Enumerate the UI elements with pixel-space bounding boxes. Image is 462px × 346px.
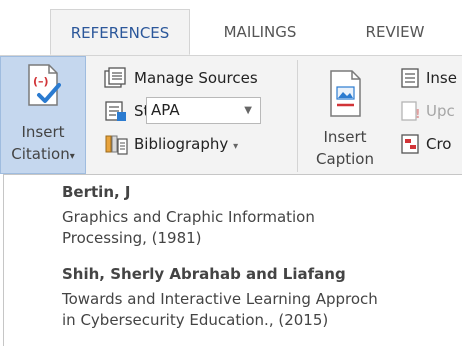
chevron-down-icon: ▾ [69,151,75,162]
citation-description-line: Processing, (1981) [62,229,202,247]
update-table-label: Upc [426,102,455,120]
bibliography-icon [105,135,128,155]
style-icon [105,101,126,121]
citation-author: Bertin, J [62,183,131,201]
citation-description-line: in Cybersecurity Education., (2015) [62,311,329,329]
insert-caption-button[interactable]: Insert Caption [304,56,386,174]
citation-source-item[interactable]: Bertin, J Graphics and Craphic Informati… [62,183,457,249]
ribbon-panel: (–) Insert Citation▾ Manage Sources Styl… [0,55,462,174]
bibliography-label: Bibliography ▾ [134,130,238,161]
group-separator [297,60,298,172]
style-value: APA [151,101,180,119]
cross-reference-icon [401,134,419,154]
citation-label: Citation [11,145,70,163]
citation-label-row: Citation▾ [1,145,85,163]
citation-author: Shih, Sherly Abrahab and Liafang [62,265,346,283]
style-select[interactable]: APA ▼ [146,97,261,124]
citation-description: Towards and Interactive Learning Approch… [62,289,457,331]
tab-references[interactable]: REFERENCES [50,9,190,55]
insert-caption-icon [330,70,361,117]
ribbon-tab-bar: REFERENCES MAILINGS REVIEW [0,0,462,55]
citation-source-item[interactable]: Shih, Sherly Abrahab and Liafang Towards… [62,265,457,331]
insert-citation-icon: (–) [28,64,61,106]
chevron-down-icon[interactable]: ▼ [244,98,252,123]
caption-label: Caption [316,150,374,168]
tab-review[interactable]: REVIEW [330,9,460,55]
chevron-down-icon: ▾ [233,141,239,152]
insert-caption-label: Insert [323,128,367,146]
svg-text:(–): (–) [33,75,49,88]
manage-sources-label: Manage Sources [134,69,258,87]
citation-dropdown: Bertin, J Graphics and Craphic Informati… [3,174,462,346]
insert-citation-button[interactable]: (–) Insert Citation▾ [0,56,86,174]
bibliography-text: Bibliography [134,135,229,153]
cross-reference-label: Cro [426,135,452,153]
insert-citation-label: Insert [21,123,65,141]
manage-sources-icon [104,67,126,88]
citation-description-line: Towards and Interactive Learning Approch [62,290,378,308]
citation-description: Graphics and Craphic Information Process… [62,207,457,249]
table-of-figures-icon [401,68,419,88]
citation-description-line: Graphics and Craphic Information [62,208,315,226]
svg-text:!: ! [415,107,420,121]
update-table-icon: ! [401,101,420,121]
insert-table-of-figures-label: Inse [426,69,457,87]
tab-mailings[interactable]: MAILINGS [190,9,330,55]
